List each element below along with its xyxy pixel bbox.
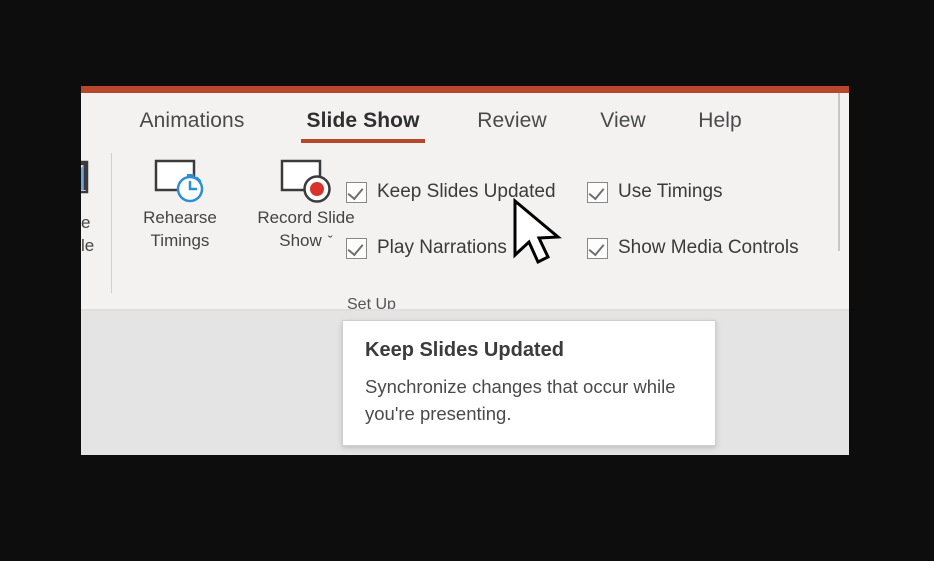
checkbox-keep-slides-updated-box[interactable] — [346, 181, 367, 203]
ribbon-body: e le Rehearse Timings Record Slide Show … — [81, 93, 849, 313]
tab-review[interactable]: Review — [460, 93, 564, 149]
tab-animations-label: Animations — [139, 109, 245, 132]
record-slide-show-label-line2: Show ˇ — [279, 229, 333, 253]
tab-review-label: Review — [477, 109, 547, 132]
group-separator-1 — [111, 153, 112, 293]
tab-animations[interactable]: Animations — [118, 93, 266, 149]
present-online-label-line2: le — [81, 236, 95, 255]
tab-view[interactable]: View — [581, 93, 665, 149]
tooltip-title: Keep Slides Updated — [365, 339, 564, 361]
rehearse-timings-button[interactable]: Rehearse Timings — [125, 157, 235, 252]
check-icon — [588, 183, 605, 200]
rehearse-timings-label-line2: Timings — [150, 231, 210, 250]
checkbox-show-media-controls-box[interactable] — [587, 237, 608, 259]
tab-active-underline — [301, 139, 425, 143]
checkbox-play-narrations[interactable]: Play Narrations — [346, 237, 507, 259]
tab-slide-show[interactable]: Slide Show — [289, 93, 437, 149]
record-slide-show-icon — [278, 157, 334, 203]
rehearse-timings-icon — [152, 157, 208, 203]
ribbon-right-separator — [838, 93, 840, 251]
record-slide-show-label-line1: Record Slide — [257, 208, 355, 227]
present-online-icon — [81, 156, 95, 200]
checkbox-use-timings[interactable]: Use Timings — [587, 181, 723, 203]
tab-slide-show-label: Slide Show — [306, 109, 420, 132]
ribbon-tab-bar: Animations Slide Show Review View Help — [81, 93, 849, 149]
check-icon — [347, 183, 364, 200]
tab-help[interactable]: Help — [681, 93, 759, 149]
tab-view-label: View — [600, 109, 646, 132]
record-slide-show-label-line2-text: Show — [279, 231, 322, 250]
present-online-button[interactable]: e le — [81, 211, 94, 257]
checkbox-show-media-controls[interactable]: Show Media Controls — [587, 237, 799, 259]
rehearse-timings-label-line1: Rehearse — [143, 208, 217, 227]
tooltip-keep-slides-updated: Keep Slides Updated Synchronize changes … — [342, 320, 716, 446]
screen-background: Animations Slide Show Review View Help e… — [0, 0, 934, 561]
checkbox-play-narrations-box[interactable] — [346, 237, 367, 259]
checkbox-keep-slides-updated[interactable]: Keep Slides Updated — [346, 181, 556, 203]
tab-help-label: Help — [698, 109, 742, 132]
checkbox-show-media-controls-label: Show Media Controls — [618, 237, 799, 258]
check-icon — [347, 239, 364, 256]
tooltip-body: Synchronize changes that occur while you… — [365, 376, 676, 424]
chevron-down-icon[interactable]: ˇ — [328, 233, 333, 250]
checkbox-use-timings-box[interactable] — [587, 181, 608, 203]
window-accent-strip — [81, 86, 849, 93]
check-icon — [588, 239, 605, 256]
checkbox-play-narrations-label: Play Narrations — [377, 237, 507, 258]
present-online-label-line1: e — [81, 213, 91, 232]
checkbox-keep-slides-updated-label: Keep Slides Updated — [377, 181, 556, 202]
checkbox-use-timings-label: Use Timings — [618, 181, 723, 202]
